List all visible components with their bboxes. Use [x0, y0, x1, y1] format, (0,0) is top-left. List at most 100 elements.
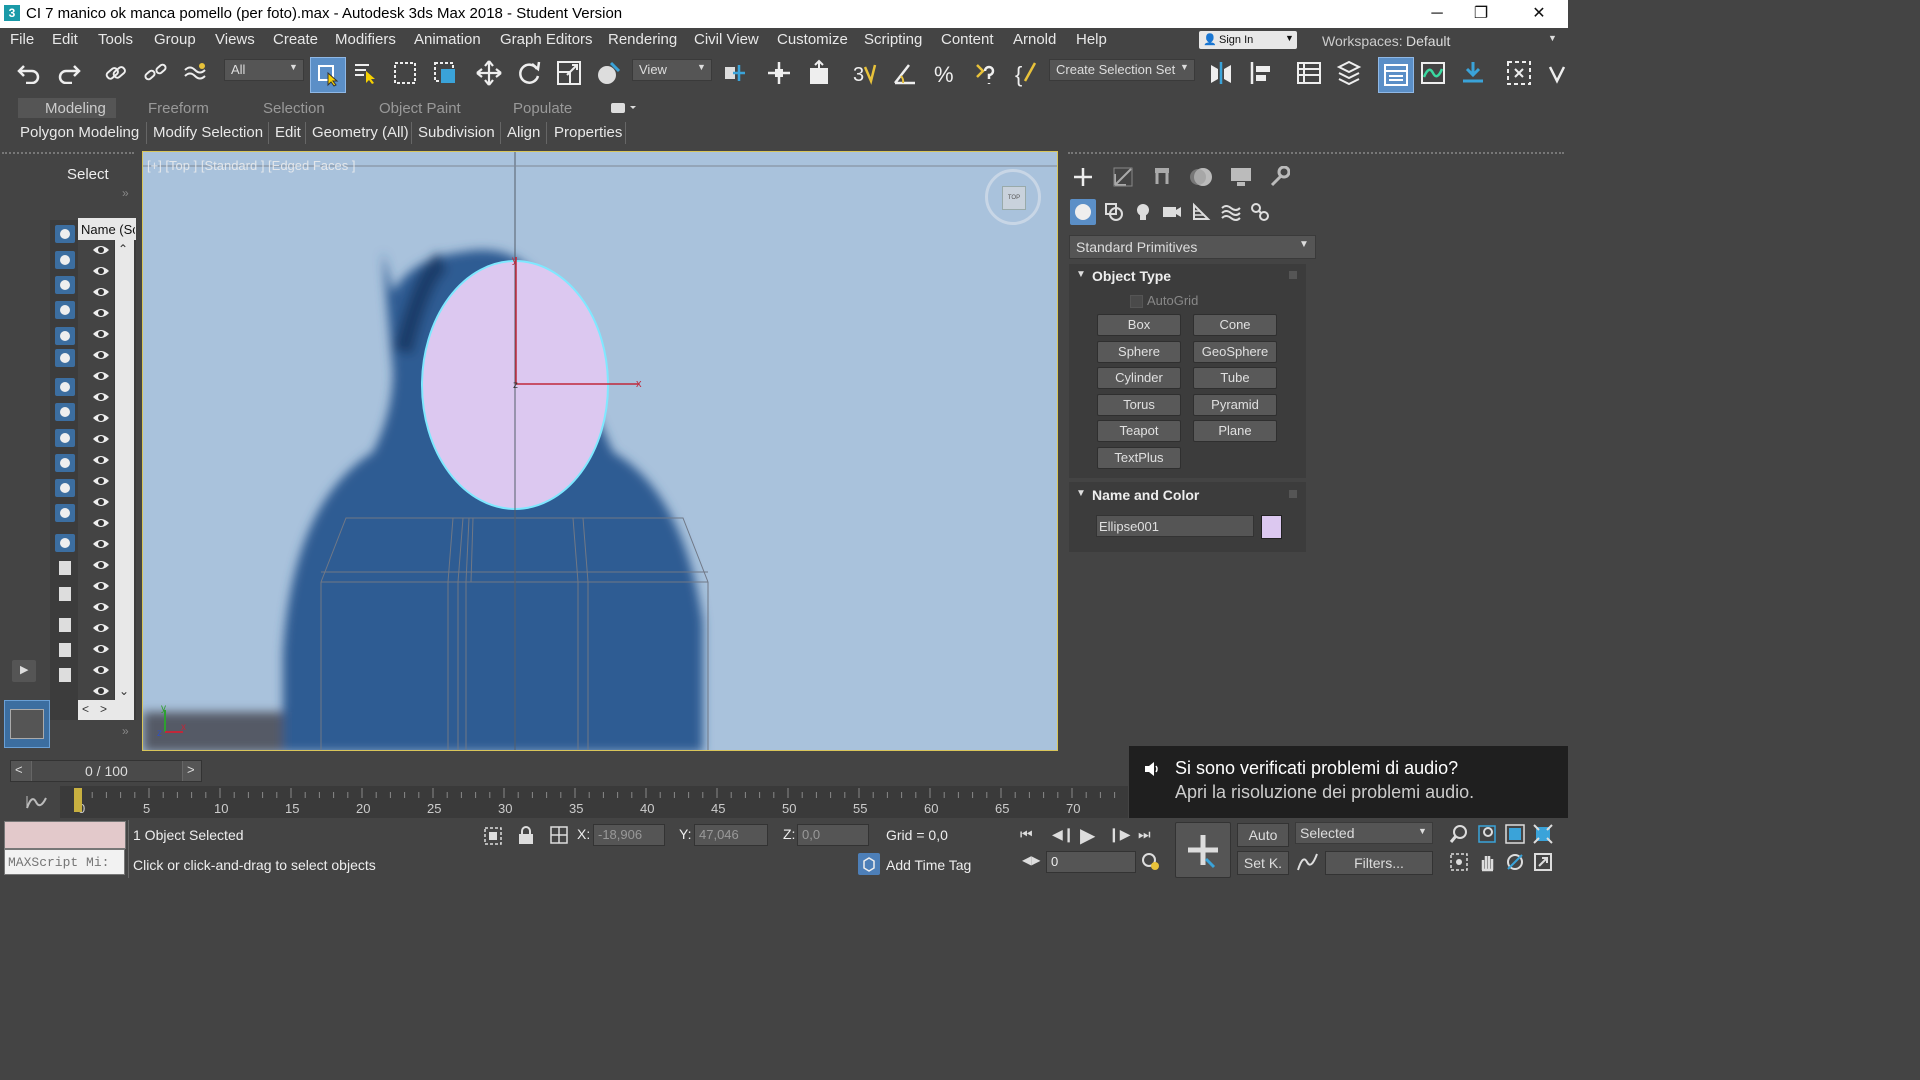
key-filters-button[interactable]: Filters... [1325, 851, 1433, 875]
viewport-label[interactable]: [+] [Top ] [Standard ] [Edged Faces ] [147, 158, 355, 173]
zoom-icon[interactable] [1449, 824, 1469, 844]
name-column-header[interactable]: Name (Sc [81, 222, 135, 237]
scroll-down-icon[interactable]: ⌄ [119, 684, 129, 698]
invert-display-icon[interactable] [54, 584, 76, 604]
rotate-icon[interactable] [514, 58, 544, 88]
pyramid-button[interactable]: Pyramid [1193, 394, 1277, 416]
display-frozen-icon[interactable] [54, 478, 76, 498]
expand-panel-button[interactable]: ▶ [12, 660, 36, 682]
material-editor-icon[interactable] [1504, 58, 1534, 88]
key-filter-selection-dropdown[interactable]: Selected ▼ [1295, 822, 1433, 844]
percent-snap-icon[interactable]: % [930, 58, 960, 88]
y-coordinate-field[interactable]: 47,046 [694, 824, 768, 846]
visibility-eye-icon[interactable] [92, 306, 110, 322]
visibility-eye-icon[interactable] [92, 453, 110, 469]
filter-icon[interactable] [54, 615, 76, 635]
close-button[interactable]: ✕ [1516, 0, 1562, 28]
visibility-eye-icon[interactable] [92, 600, 110, 616]
cylinder-button[interactable]: Cylinder [1097, 367, 1181, 389]
display-none-icon[interactable] [54, 558, 76, 578]
menu-civil-view[interactable]: Civil View [694, 31, 759, 48]
key-mode-toggle-icon[interactable]: ◀▶ [1022, 853, 1040, 867]
scroll-up-icon[interactable]: ⌃ [118, 242, 128, 256]
panel-expand-icon[interactable]: » [122, 186, 129, 200]
move-icon[interactable] [474, 58, 504, 88]
next-frame-icon[interactable]: ❙▶ [1108, 826, 1131, 844]
rectangular-selection-icon[interactable] [390, 58, 420, 88]
visibility-eye-icon[interactable] [92, 642, 110, 658]
scroll-left-icon[interactable]: < [82, 702, 89, 716]
geometry-category-icon[interactable] [1070, 199, 1096, 225]
absolute-mode-icon[interactable] [549, 825, 569, 845]
scene-scrollbar[interactable]: ⌃ ⌄ [115, 240, 134, 700]
auto-key-button[interactable]: Auto [1237, 823, 1289, 847]
visibility-eye-icon[interactable] [92, 369, 110, 385]
visibility-eye-icon[interactable] [92, 432, 110, 448]
set-key-button[interactable] [1175, 822, 1231, 878]
hierarchy-tab-icon[interactable] [1151, 166, 1173, 188]
select-object-icon[interactable] [310, 57, 346, 93]
visibility-eye-icon[interactable] [92, 537, 110, 553]
textplus-button[interactable]: TextPlus [1097, 447, 1181, 469]
select-manipulate-icon[interactable] [764, 58, 794, 88]
window-crossing-icon[interactable] [430, 58, 460, 88]
x-coordinate-field[interactable]: -18,906 [593, 824, 665, 846]
zoom-region-icon[interactable] [1449, 852, 1469, 872]
shapes-category-icon[interactable] [1104, 202, 1124, 222]
isolate-selection-icon[interactable] [483, 826, 503, 846]
lights-category-icon[interactable] [1133, 202, 1153, 222]
space-warps-category-icon[interactable] [1220, 202, 1242, 222]
geosphere-button[interactable]: GeoSphere [1193, 341, 1277, 363]
viewcube[interactable]: TOP [985, 169, 1041, 225]
menu-modifiers[interactable]: Modifiers [335, 31, 396, 48]
object-type-title[interactable]: Object Type [1092, 268, 1171, 284]
orbit-icon[interactable] [1505, 852, 1525, 872]
display-bones-icon[interactable] [54, 428, 76, 448]
maxscript-listener-output[interactable] [4, 821, 126, 849]
create-tab-icon[interactable] [1072, 166, 1094, 188]
workspace-dropdown[interactable]: Default ▼ [1402, 30, 1562, 50]
rollout-collapse-icon[interactable]: ▼ [1076, 269, 1086, 280]
visibility-eye-icon[interactable] [92, 474, 110, 490]
unlink-icon[interactable] [140, 58, 170, 88]
align-icon[interactable] [1246, 58, 1276, 88]
helpers-category-icon[interactable] [1191, 202, 1211, 222]
menu-arnold[interactable]: Arnold [1013, 31, 1056, 48]
find-icon[interactable] [54, 665, 76, 685]
horizontal-scrollbar[interactable]: < > [78, 700, 134, 720]
ribbon-toggle-icon[interactable] [1378, 57, 1414, 93]
motion-tab-icon[interactable] [1190, 166, 1214, 188]
systems-category-icon[interactable] [1250, 202, 1270, 222]
menu-animation[interactable]: Animation [414, 31, 481, 48]
plane-button[interactable]: Plane [1193, 420, 1277, 442]
bind-space-warp-icon[interactable] [180, 58, 210, 88]
add-time-tag[interactable]: Add Time Tag [886, 857, 971, 873]
display-helpers-icon[interactable] [54, 326, 76, 346]
category-dropdown[interactable]: Standard Primitives ▼ [1069, 235, 1316, 259]
menu-content[interactable]: Content [941, 31, 994, 48]
play-icon[interactable]: ▶ [1080, 823, 1102, 847]
menu-graph-editors[interactable]: Graph Editors [500, 31, 593, 48]
modify-tab-icon[interactable] [1112, 166, 1134, 188]
display-lights-icon[interactable] [54, 275, 76, 295]
zoom-extents-icon[interactable] [1505, 824, 1525, 844]
menu-scripting[interactable]: Scripting [864, 31, 922, 48]
panel-edit[interactable]: Edit [275, 124, 301, 141]
object-color-swatch[interactable] [1261, 515, 1282, 539]
layer-explorer-icon[interactable] [1334, 58, 1364, 88]
sign-in-dropdown[interactable]: 👤 Sign In ▼ [1199, 31, 1297, 49]
visibility-eye-icon[interactable] [92, 684, 110, 700]
rollout-collapse-icon[interactable]: ▼ [1076, 488, 1086, 499]
previous-frame-icon[interactable]: ◀❙ [1052, 826, 1075, 844]
zoom-extents-all-icon[interactable] [1533, 824, 1553, 844]
panel-align[interactable]: Align [507, 124, 540, 141]
display-cameras-icon[interactable] [54, 300, 76, 320]
go-to-end-icon[interactable]: ⏭ [1138, 826, 1158, 844]
filter-funnel-icon[interactable] [54, 640, 76, 660]
visibility-eye-icon[interactable] [92, 558, 110, 574]
utilities-tab-icon[interactable] [1268, 165, 1291, 188]
menu-edit[interactable]: Edit [52, 31, 78, 48]
set-key-mode-button[interactable]: Set K. [1237, 851, 1289, 875]
rollout-grip[interactable] [1289, 490, 1297, 498]
maximize-viewport-icon[interactable] [1533, 852, 1553, 872]
